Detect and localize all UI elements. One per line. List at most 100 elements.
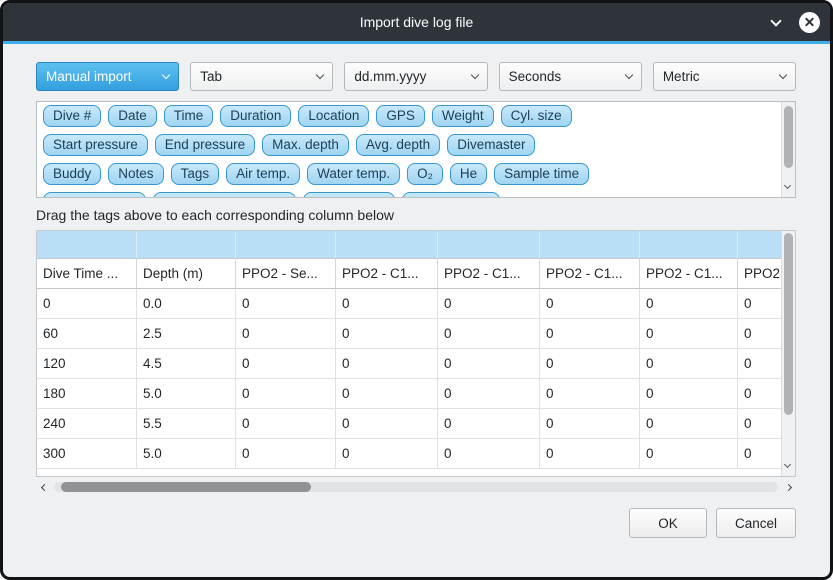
tag-sample-po[interactable]: Sample pO₂: [303, 192, 396, 198]
cell: 0: [640, 289, 738, 319]
drop-target-col-7[interactable]: [738, 231, 787, 259]
chevron-down-icon: [470, 71, 478, 79]
drop-target-col-1[interactable]: [137, 231, 236, 259]
scroll-left-button[interactable]: [38, 485, 50, 490]
cell: 0: [640, 319, 738, 349]
table-row: 602.5000000: [37, 319, 787, 349]
cancel-button[interactable]: Cancel: [716, 508, 796, 538]
column-header-2[interactable]: PPO2 - Se...: [236, 259, 336, 289]
chevron-left-icon: [40, 483, 47, 490]
drop-target-col-5[interactable]: [540, 231, 640, 259]
tag-dive[interactable]: Dive #: [43, 105, 101, 127]
table-row: 1805.0000000: [37, 379, 787, 409]
table-row: 2405.5000000: [37, 409, 787, 439]
tag-o[interactable]: O₂: [407, 163, 443, 185]
cell: 0: [438, 349, 540, 379]
cell: 0: [738, 409, 787, 439]
combo-selected-value: Manual import: [46, 69, 132, 84]
tag-weight[interactable]: Weight: [432, 105, 494, 127]
combo-field-separator[interactable]: Tab: [190, 62, 333, 91]
combo-selected-value: Tab: [200, 69, 222, 84]
scroll-down-button[interactable]: [785, 454, 790, 472]
tag-scrollbar[interactable]: [781, 102, 795, 197]
combo-units[interactable]: Metric: [653, 62, 796, 91]
tag-sample-temperature[interactable]: Sample temperature: [153, 192, 295, 198]
drop-target-col-2[interactable]: [236, 231, 336, 259]
column-header-4[interactable]: PPO2 - C1...: [438, 259, 540, 289]
tag-row: Sample depth Sample temperature Sample pO₂…: [43, 192, 789, 198]
cell: 0: [438, 379, 540, 409]
cell: 0: [336, 379, 438, 409]
column-header-6[interactable]: PPO2 - C1...: [640, 259, 738, 289]
tag-time[interactable]: Time: [164, 105, 214, 127]
drop-target-col-4[interactable]: [438, 231, 540, 259]
close-icon[interactable]: [799, 12, 820, 33]
table-scrollbar-handle[interactable]: [784, 233, 793, 415]
cell: 0: [438, 439, 540, 469]
table-inner: Dive Time ...Depth (m)PPO2 - Se...PPO2 -…: [37, 231, 787, 469]
tag-list: Dive # Date Time Duration Location GPS Weight C…: [37, 102, 795, 198]
scroll-down-button[interactable]: [785, 175, 790, 193]
tag-air-temp[interactable]: Air temp.: [226, 163, 300, 185]
tag-max-depth[interactable]: Max. depth: [262, 134, 349, 156]
cell: 120: [37, 349, 137, 379]
cell: 0: [738, 349, 787, 379]
cell: 0: [738, 379, 787, 409]
cell: 0: [640, 409, 738, 439]
drop-target-col-0[interactable]: [37, 231, 137, 259]
import-preview-table: Dive Time ...Depth (m)PPO2 - Se...PPO2 -…: [36, 230, 796, 477]
titlebar[interactable]: Import dive log file: [3, 3, 830, 41]
column-header-1[interactable]: Depth (m): [137, 259, 236, 289]
scroll-right-button[interactable]: [782, 485, 794, 490]
chevron-down-icon: [625, 71, 633, 79]
tag-location[interactable]: Location: [298, 105, 369, 127]
combo-date-format[interactable]: dd.mm.yyyy: [344, 62, 487, 91]
horizontal-scrollbar[interactable]: [36, 480, 796, 494]
tag-he[interactable]: He: [450, 163, 487, 185]
instruction-text: Drag the tags above to each correspondin…: [36, 207, 796, 223]
combo-import-mode[interactable]: Manual import: [36, 62, 179, 91]
drop-target-col-3[interactable]: [336, 231, 438, 259]
chevron-down-icon: [162, 71, 170, 79]
cell: 180: [37, 379, 137, 409]
tag-water-temp[interactable]: Water temp.: [307, 163, 400, 185]
cell: 0: [540, 289, 640, 319]
chevron-down-icon: [316, 71, 324, 79]
table-row: 3005.0000000: [37, 439, 787, 469]
tag-sample-depth[interactable]: Sample depth: [43, 192, 146, 198]
horizontal-scrollbar-track[interactable]: [54, 482, 778, 492]
tag-notes[interactable]: Notes: [108, 163, 163, 185]
cell: 0: [738, 319, 787, 349]
drop-target-col-6[interactable]: [640, 231, 738, 259]
tag-row: Buddy Notes Tags Air temp. Water temp. O₂ He Sa…: [43, 163, 789, 185]
tag-cyl-size[interactable]: Cyl. size: [501, 105, 572, 127]
tag-date[interactable]: Date: [108, 105, 157, 127]
cell: 0: [640, 379, 738, 409]
tag-scrollbar-handle[interactable]: [784, 106, 793, 168]
tag-duration[interactable]: Duration: [220, 105, 291, 127]
tag-end-pressure[interactable]: End pressure: [155, 134, 255, 156]
tag-sample-cns[interactable]: Sample CNS: [402, 192, 500, 198]
column-header-5[interactable]: PPO2 - C1...: [540, 259, 640, 289]
tag-start-pressure[interactable]: Start pressure: [43, 134, 148, 156]
cell: 0: [236, 289, 336, 319]
column-header-0[interactable]: Dive Time ...: [37, 259, 137, 289]
tag-avg-depth[interactable]: Avg. depth: [356, 134, 440, 156]
cell: 0: [336, 319, 438, 349]
cell: 0: [540, 379, 640, 409]
tag-gps[interactable]: GPS: [376, 105, 425, 127]
tag-tags[interactable]: Tags: [171, 163, 220, 185]
combo-time-format[interactable]: Seconds: [499, 62, 642, 91]
shade-window-button[interactable]: [765, 11, 787, 33]
cell: 0: [438, 289, 540, 319]
tag-divemaster[interactable]: Divemaster: [447, 134, 535, 156]
column-header-7[interactable]: PPO2: [738, 259, 787, 289]
cell: 0: [640, 349, 738, 379]
ok-button[interactable]: OK: [629, 508, 707, 538]
table-scrollbar[interactable]: [781, 231, 795, 476]
tag-buddy[interactable]: Buddy: [43, 163, 101, 185]
cell: 0: [236, 439, 336, 469]
column-header-3[interactable]: PPO2 - C1...: [336, 259, 438, 289]
horizontal-scrollbar-handle[interactable]: [61, 482, 311, 492]
tag-sample-time[interactable]: Sample time: [494, 163, 589, 185]
